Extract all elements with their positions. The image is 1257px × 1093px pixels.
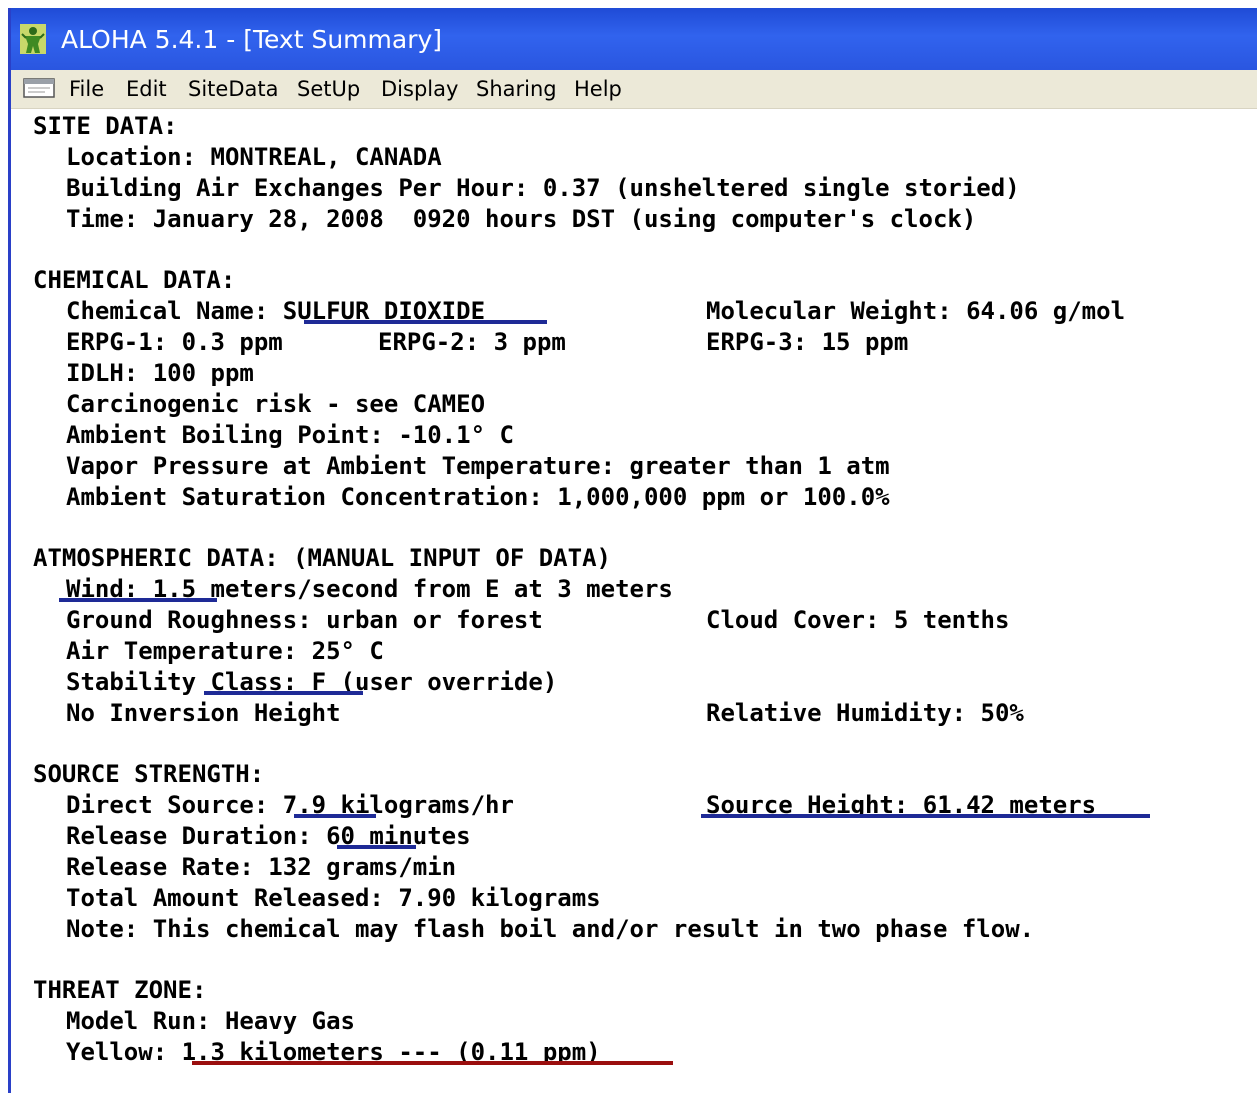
menu-setup[interactable]: SetUp [297, 77, 360, 101]
title-bar[interactable]: ALOHA 5.4.1 - [Text Summary] [11, 8, 1257, 70]
total-amount-line: Total Amount Released: 7.90 kilograms [66, 884, 601, 912]
menu-help[interactable]: Help [574, 77, 622, 101]
note-line: Note: This chemical may flash boil and/o… [66, 915, 1035, 943]
direct-source-line: Direct Source: 7.9 kilograms/hr [66, 791, 514, 819]
building-air-exchanges-line: Building Air Exchanges Per Hour: 0.37 (u… [66, 174, 1020, 202]
inversion-height-line: No Inversion Height [66, 699, 341, 727]
menu-file[interactable]: File [69, 77, 104, 101]
relative-humidity-line: Relative Humidity: 50% [706, 699, 1024, 727]
air-temperature-line: Air Temperature: 25° C [66, 637, 384, 665]
direct-source-underline [294, 814, 376, 818]
threat-zone-header: THREAT ZONE: [33, 976, 207, 1004]
menu-sitedata[interactable]: SiteData [188, 77, 278, 101]
wind-underline [59, 598, 217, 602]
chemical-data-header: CHEMICAL DATA: [33, 266, 236, 294]
cloud-cover-line: Cloud Cover: 5 tenths [706, 606, 1010, 634]
aloha-window: ALOHA 5.4.1 - [Text Summary] File Edit S… [8, 8, 1257, 1093]
menu-edit[interactable]: Edit [126, 77, 167, 101]
release-rate-line: Release Rate: 132 grams/min [66, 853, 457, 881]
idlh-line: IDLH: 100 ppm [66, 359, 254, 387]
site-data-header: SITE DATA: [33, 112, 178, 140]
vapor-pressure-line: Vapor Pressure at Ambient Temperature: g… [66, 452, 890, 480]
erpg2-line: ERPG-2: 3 ppm [378, 328, 566, 356]
menu-sharing[interactable]: Sharing [476, 77, 557, 101]
model-run-line: Model Run: Heavy Gas [66, 1007, 355, 1035]
source-strength-header: SOURCE STRENGTH: [33, 760, 265, 788]
aloha-figure-icon [20, 24, 46, 54]
stability-class-underline [204, 691, 363, 695]
ground-roughness-line: Ground Roughness: urban or forest [66, 606, 543, 634]
erpg3-line: ERPG-3: 15 ppm [706, 328, 909, 356]
text-document-icon[interactable] [23, 78, 55, 98]
erpg1-line: ERPG-1: 0.3 ppm [66, 328, 283, 356]
window-title: ALOHA 5.4.1 - [Text Summary] [61, 25, 443, 54]
time-line: Time: January 28, 2008 0920 hours DST (u… [66, 205, 977, 233]
atmospheric-data-header: ATMOSPHERIC DATA: (MANUAL INPUT OF DATA) [33, 544, 611, 572]
release-duration-underline [337, 845, 416, 849]
location-line: Location: MONTREAL, CANADA [66, 143, 442, 171]
source-height-underline [701, 814, 1150, 818]
yellow-zone-underline [192, 1061, 673, 1065]
menu-display[interactable]: Display [381, 77, 458, 101]
molecular-weight-line: Molecular Weight: 64.06 g/mol [706, 297, 1126, 325]
saturation-line: Ambient Saturation Concentration: 1,000,… [66, 483, 890, 511]
text-summary-pane[interactable]: SITE DATA: Location: MONTREAL, CANADA Bu… [11, 108, 1257, 1093]
boiling-point-line: Ambient Boiling Point: -10.1° C [66, 421, 514, 449]
chemical-name-underline [304, 320, 547, 324]
carcinogenic-line: Carcinogenic risk - see CAMEO [66, 390, 486, 418]
menu-bar: File Edit SiteData SetUp Display Sharing… [11, 70, 1257, 109]
